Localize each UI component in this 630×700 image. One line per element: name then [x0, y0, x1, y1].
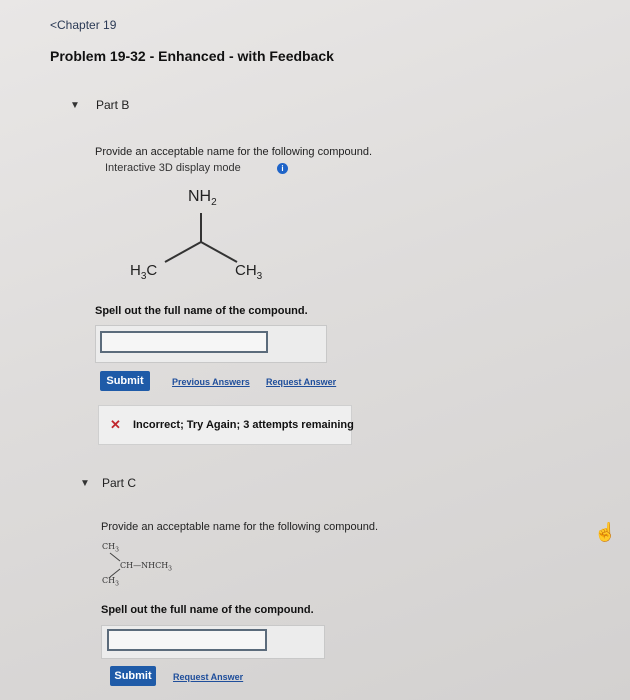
part-c-submit-button[interactable]: Submit	[110, 666, 156, 686]
part-b-request-answer-link[interactable]: Request Answer	[266, 377, 336, 387]
breadcrumb[interactable]: <Chapter 19	[50, 18, 116, 32]
part-b-spell-prompt: Spell out the full name of the compound.	[95, 305, 308, 317]
hand-pointer-icon: ☝	[594, 522, 617, 542]
part-c-label[interactable]: Part C	[102, 476, 136, 490]
x-mark-icon: ✕	[110, 417, 121, 432]
chevron-left-icon: <	[50, 18, 58, 32]
breadcrumb-label: Chapter 19	[57, 18, 117, 32]
part-c-prompt: Provide an acceptable name for the follo…	[101, 521, 379, 533]
part-c-answer-input[interactable]	[107, 629, 267, 651]
feedback-text: Incorrect; Try Again; 3 attempts remaini…	[133, 419, 354, 431]
part-b-prompt: Provide an acceptable name for the follo…	[95, 146, 373, 158]
part-c-molecule: CH3 CH—NHCH3 CH3	[100, 540, 220, 588]
part-b-answer-input[interactable]	[100, 331, 268, 353]
display-mode-label[interactable]: Interactive 3D display mode	[105, 162, 241, 174]
molecule-viewer[interactable]: NH2 H3C CH3	[95, 185, 325, 295]
top-methyl: CH3	[102, 542, 119, 554]
info-icon[interactable]: i	[277, 163, 288, 174]
amine-group-label: NH2	[188, 188, 217, 209]
page-title: Problem 19-32 - Enhanced - with Feedback	[50, 48, 334, 64]
left-methyl-label: H3C	[130, 262, 158, 282]
part-c-request-answer-link[interactable]: Request Answer	[173, 672, 243, 682]
ch-nhch3-group: CH—NHCH3	[120, 561, 172, 573]
previous-answers-link[interactable]: Previous Answers	[172, 377, 250, 387]
part-b-submit-button[interactable]: Submit	[100, 371, 150, 391]
part-b-label[interactable]: Part B	[96, 98, 129, 112]
triangle-down-icon[interactable]: ▼	[80, 478, 90, 489]
right-methyl-label: CH3	[235, 262, 263, 282]
bottom-methyl: CH3	[102, 576, 119, 588]
part-c-spell-prompt: Spell out the full name of the compound.	[101, 604, 314, 616]
triangle-down-icon[interactable]: ▼	[70, 100, 80, 111]
